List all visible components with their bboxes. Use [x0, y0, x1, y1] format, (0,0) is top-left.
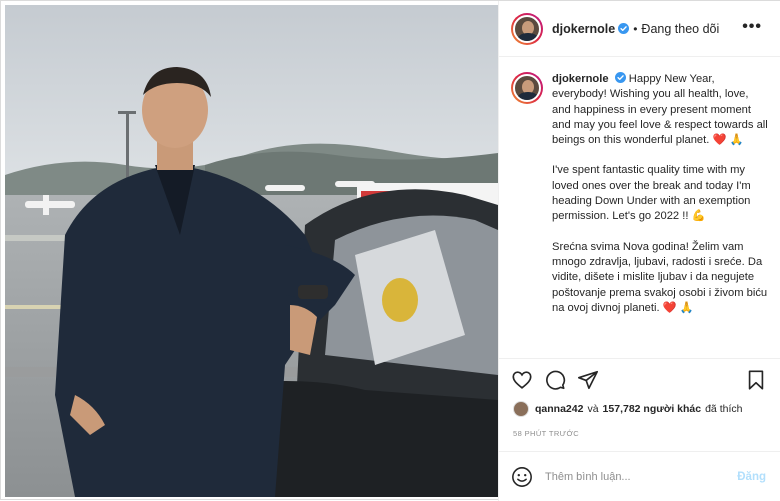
post-comment-button[interactable]: Đăng	[737, 471, 766, 483]
post-timestamp[interactable]: 58 PHÚT TRƯỚC	[513, 429, 579, 438]
verified-badge-icon	[614, 72, 626, 83]
emoji-icon[interactable]	[511, 466, 533, 488]
liker-avatar[interactable]	[513, 401, 529, 417]
separator-dot: •	[633, 21, 638, 36]
caption-username[interactable]: djokernole	[552, 73, 609, 85]
liker-username[interactable]: qanna242	[535, 403, 583, 415]
caption-paragraph-3: Srećna svima Nova godina! Želim vam mnog…	[552, 240, 768, 314]
caption-avatar[interactable]	[511, 72, 543, 104]
following-button[interactable]: Đang theo dõi	[641, 22, 719, 36]
more-horizontal-icon[interactable]: •••	[742, 18, 762, 36]
bookmark-icon[interactable]	[745, 369, 767, 391]
comment-input[interactable]: Thêm bình luận...	[545, 471, 737, 483]
heart-icon[interactable]	[511, 369, 533, 391]
caption-paragraph-2: I've spent fantastic quality time with m…	[552, 164, 751, 223]
post-photo[interactable]	[5, 5, 498, 497]
post-side-panel: djokernole • Đang theo dõi ••• djokernol…	[498, 1, 780, 501]
post-caption: djokernole Happy New Year, everybody! Wi…	[499, 58, 780, 358]
likes-connector: và	[587, 403, 599, 415]
likes-summary: qanna242 và 157,782 người khác đã thích	[513, 401, 742, 417]
action-bar	[499, 358, 780, 400]
instagram-post: djokernole • Đang theo dõi ••• djokernol…	[0, 0, 780, 501]
airport-tarmac-photo	[5, 5, 498, 497]
post-header: djokernole • Đang theo dõi •••	[499, 1, 780, 57]
avatar[interactable]	[511, 12, 543, 45]
verified-badge-icon	[618, 23, 630, 34]
comment-icon[interactable]	[544, 369, 566, 391]
likes-suffix: đã thích	[705, 403, 743, 415]
username-link[interactable]: djokernole	[552, 22, 615, 36]
caption-paragraph-1: djokernole Happy New Year, everybody! Wi…	[552, 72, 770, 148]
comment-bar: Thêm bình luận... Đăng	[499, 451, 780, 501]
caption-text: djokernole Happy New Year, everybody! Wi…	[552, 72, 770, 358]
share-icon[interactable]	[577, 369, 599, 391]
likes-others-link[interactable]: 157,782 người khác	[603, 403, 702, 415]
